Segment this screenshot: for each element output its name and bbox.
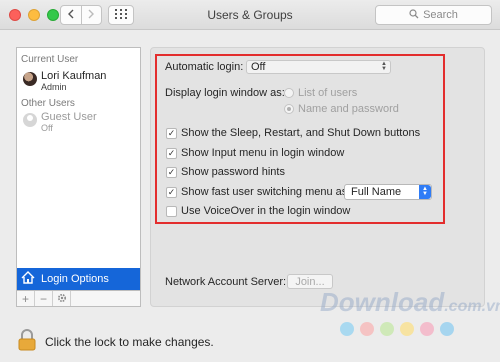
watermark-dot xyxy=(360,322,374,336)
network-account-server-label: Network Account Server: xyxy=(165,276,287,288)
lock-status-text: Click the lock to make changes. xyxy=(45,334,214,349)
guest-user-status: Off xyxy=(41,123,53,133)
grid-icon xyxy=(115,8,127,22)
checkbox[interactable]: ✓ xyxy=(166,186,177,198)
watermark-dot xyxy=(420,322,434,336)
checkbox-voiceover[interactable]: Use VoiceOver in the login window xyxy=(166,205,350,217)
search-placeholder: Search xyxy=(423,9,458,21)
fast-switch-style-popup[interactable]: Full Name ▲ ▼ xyxy=(344,184,432,200)
close-window-button[interactable] xyxy=(9,9,21,21)
checkbox-label: Show Input menu in login window xyxy=(181,147,345,159)
chevron-right-icon xyxy=(87,9,95,22)
gear-icon xyxy=(57,292,67,306)
radio-name-and-password[interactable]: Name and password xyxy=(284,103,399,115)
checkbox[interactable]: ✓ xyxy=(166,127,177,139)
automatic-login-value: Off xyxy=(251,61,266,73)
user-name: Lori Kaufman xyxy=(41,70,107,82)
user-item-guest[interactable]: Guest User Off xyxy=(17,111,97,134)
other-users-section-label: Other Users xyxy=(21,98,75,109)
back-forward-group xyxy=(60,5,102,25)
automatic-login-label: Automatic login: xyxy=(165,61,244,73)
show-all-button[interactable] xyxy=(108,5,134,25)
chevron-left-icon xyxy=(67,9,75,22)
checkbox-show-sleep-restart[interactable]: ✓ Show the Sleep, Restart, and Shut Down… xyxy=(166,127,420,139)
watermark-dot xyxy=(440,322,454,336)
checkbox-label: Show fast user switching menu as xyxy=(181,186,348,198)
checkbox-show-password-hints[interactable]: ✓ Show password hints xyxy=(166,166,285,178)
radio-button[interactable] xyxy=(284,104,294,114)
checkbox[interactable]: ✓ xyxy=(166,147,177,159)
watermark-dots xyxy=(340,322,454,336)
search-field[interactable]: Search xyxy=(375,5,492,25)
radio-list-of-users[interactable]: List of users xyxy=(284,87,357,99)
radio-label: Name and password xyxy=(298,103,399,115)
window-title: Users & Groups xyxy=(207,8,293,22)
popup-arrows-icon: ▲ ▼ xyxy=(419,185,431,199)
guest-avatar-icon xyxy=(23,113,37,127)
radio-button[interactable] xyxy=(284,88,294,98)
watermark-dot xyxy=(380,322,394,336)
title-bar: Users & Groups Search xyxy=(0,0,500,30)
checkbox-fast-user-switching[interactable]: ✓ Show fast user switching menu as xyxy=(166,186,347,198)
minimize-window-button[interactable] xyxy=(28,9,40,21)
radio-label: List of users xyxy=(298,87,358,99)
popup-arrows-icon: ▲ ▼ xyxy=(381,61,387,72)
checkbox-label: Show password hints xyxy=(181,166,285,178)
login-options-label: Login Options xyxy=(41,273,109,285)
fast-switch-value: Full Name xyxy=(351,186,402,198)
avatar xyxy=(23,72,37,86)
zoom-window-button[interactable] xyxy=(47,9,59,21)
user-item-lori-kaufman[interactable]: Lori Kaufman Admin xyxy=(17,70,106,93)
forward-button[interactable] xyxy=(80,6,102,24)
watermark-dot xyxy=(400,322,414,336)
user-role: Admin xyxy=(41,82,67,92)
checkbox[interactable] xyxy=(166,205,177,217)
checkbox[interactable]: ✓ xyxy=(166,166,177,178)
current-user-section-label: Current User xyxy=(21,54,79,65)
watermark-dot xyxy=(340,322,354,336)
action-menu-button[interactable] xyxy=(53,291,71,306)
checkbox-label: Show the Sleep, Restart, and Shut Down b… xyxy=(181,127,421,139)
guest-user-name: Guest User xyxy=(41,111,97,123)
sidebar-footer: + − xyxy=(17,290,140,306)
lock-icon[interactable] xyxy=(18,329,36,354)
users-sidebar: Current User Lori Kaufman Admin Other Us… xyxy=(16,47,141,307)
display-login-as-label: Display login window as: xyxy=(165,87,285,99)
add-user-button[interactable]: + xyxy=(17,291,35,306)
search-icon xyxy=(409,8,419,22)
sidebar-item-login-options[interactable]: Login Options xyxy=(17,268,140,290)
checkbox-label: Use VoiceOver in the login window xyxy=(181,205,351,217)
checkbox-show-input-menu[interactable]: ✓ Show Input menu in login window xyxy=(166,147,344,159)
house-icon xyxy=(21,271,35,287)
automatic-login-popup[interactable]: Off ▲ ▼ xyxy=(246,60,391,74)
remove-user-button[interactable]: − xyxy=(35,291,53,306)
lock-row: Click the lock to make changes. xyxy=(18,329,214,354)
watermark-logo: Download.com.vn xyxy=(320,287,500,317)
back-button[interactable] xyxy=(61,6,81,24)
